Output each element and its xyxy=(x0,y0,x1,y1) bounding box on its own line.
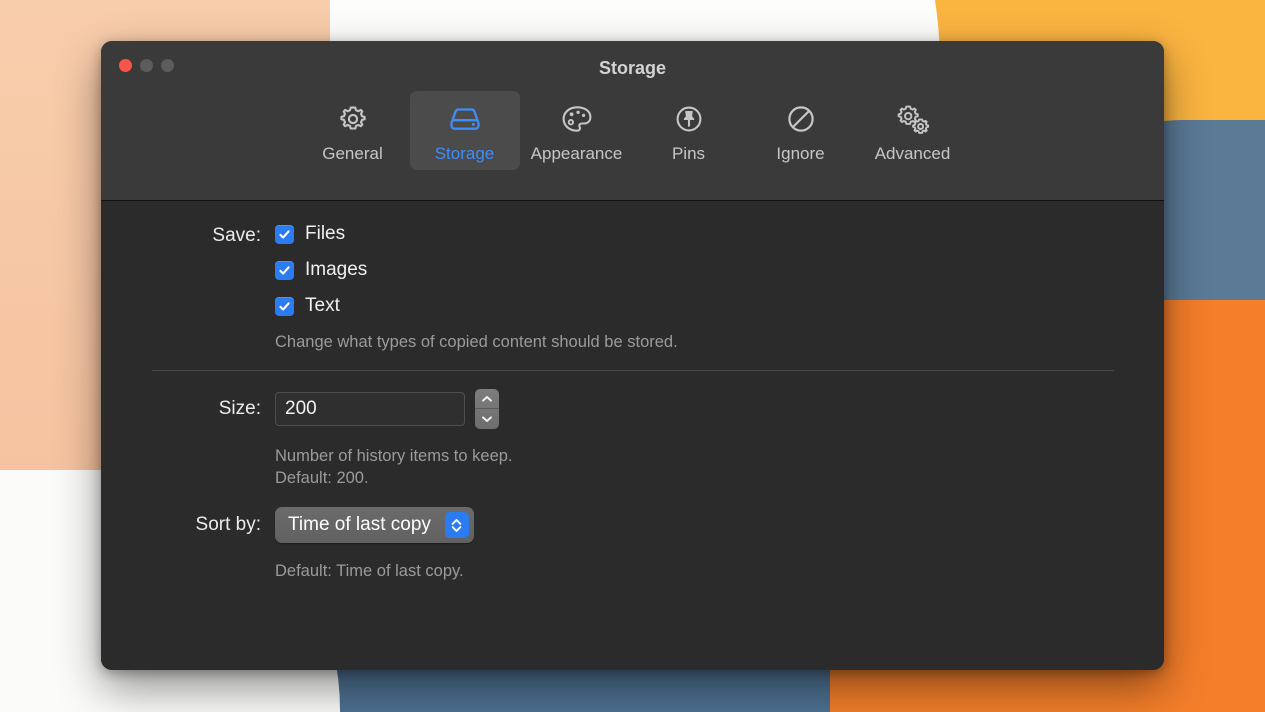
size-row: Size: xyxy=(101,389,1164,429)
checkbox-row-images[interactable]: Images xyxy=(275,259,1164,281)
harddrive-icon xyxy=(445,99,485,139)
tab-appearance-label: Appearance xyxy=(530,144,623,163)
preferences-window: Storage General Storage Appearance Pins … xyxy=(101,41,1164,670)
save-row: Save: Files Images Text Change what type… xyxy=(101,223,1164,353)
save-help-text: Change what types of copied content shou… xyxy=(275,333,678,351)
save-options: Files Images Text Change what types of c… xyxy=(275,223,1164,353)
tab-pins[interactable]: Pins xyxy=(634,91,744,170)
checkbox-images[interactable] xyxy=(275,260,294,280)
checkbox-files-label: Files xyxy=(305,223,346,244)
sort-by-row: Sort by: Time of last copy xyxy=(101,507,1164,543)
checkbox-images-label: Images xyxy=(305,259,368,280)
tab-appearance[interactable]: Appearance xyxy=(522,91,632,170)
gears-icon xyxy=(893,99,933,139)
pin-icon xyxy=(671,99,707,139)
tab-advanced-label: Advanced xyxy=(874,144,951,163)
tab-general[interactable]: General xyxy=(298,91,408,170)
desktop-wallpaper: Storage General Storage Appearance Pins … xyxy=(0,0,1265,712)
size-label: Size: xyxy=(218,398,261,419)
tab-ignore[interactable]: Ignore xyxy=(746,91,856,170)
tab-general-label: General xyxy=(322,144,383,163)
checkbox-text[interactable] xyxy=(275,296,294,316)
sort-by-help-text: Default: Time of last copy. xyxy=(275,562,464,580)
size-input[interactable] xyxy=(275,392,465,426)
size-help-line1: Number of history items to keep. xyxy=(275,447,513,465)
preferences-toolbar: General Storage Appearance Pins Ignore A… xyxy=(101,91,1164,170)
sort-by-label: Sort by: xyxy=(195,514,261,535)
preferences-content: Save: Files Images Text Change what type… xyxy=(101,201,1164,670)
chevron-up-down-icon xyxy=(444,512,469,538)
no-entry-icon xyxy=(783,99,819,139)
save-label: Save: xyxy=(212,225,261,246)
palette-icon xyxy=(558,99,596,139)
stepper-decrement-button[interactable] xyxy=(475,409,499,429)
size-field-group xyxy=(275,389,1164,429)
window-titlebar: Storage General Storage Appearance Pins … xyxy=(101,41,1164,201)
stepper-increment-button[interactable] xyxy=(475,389,499,409)
tab-advanced[interactable]: Advanced xyxy=(858,91,968,170)
tab-pins-label: Pins xyxy=(671,144,706,163)
gear-icon xyxy=(335,99,371,139)
size-help-line2: Default: 200. xyxy=(275,469,369,487)
sort-by-field-group: Time of last copy xyxy=(275,507,1164,543)
tab-storage-label: Storage xyxy=(434,144,495,163)
tab-storage[interactable]: Storage xyxy=(409,91,520,170)
size-stepper[interactable] xyxy=(475,389,499,429)
section-divider xyxy=(152,370,1114,371)
checkbox-files[interactable] xyxy=(275,224,294,244)
tab-ignore-label: Ignore xyxy=(776,144,825,163)
checkbox-text-label: Text xyxy=(305,295,340,316)
window-title: Storage xyxy=(598,58,667,78)
checkbox-row-files[interactable]: Files xyxy=(275,223,1164,245)
size-help-text: Number of history items to keep. Default… xyxy=(275,445,1164,489)
sort-by-select[interactable]: Time of last copy xyxy=(275,507,474,543)
sort-by-value: Time of last copy xyxy=(288,514,431,535)
checkbox-row-text[interactable]: Text xyxy=(275,295,1164,317)
